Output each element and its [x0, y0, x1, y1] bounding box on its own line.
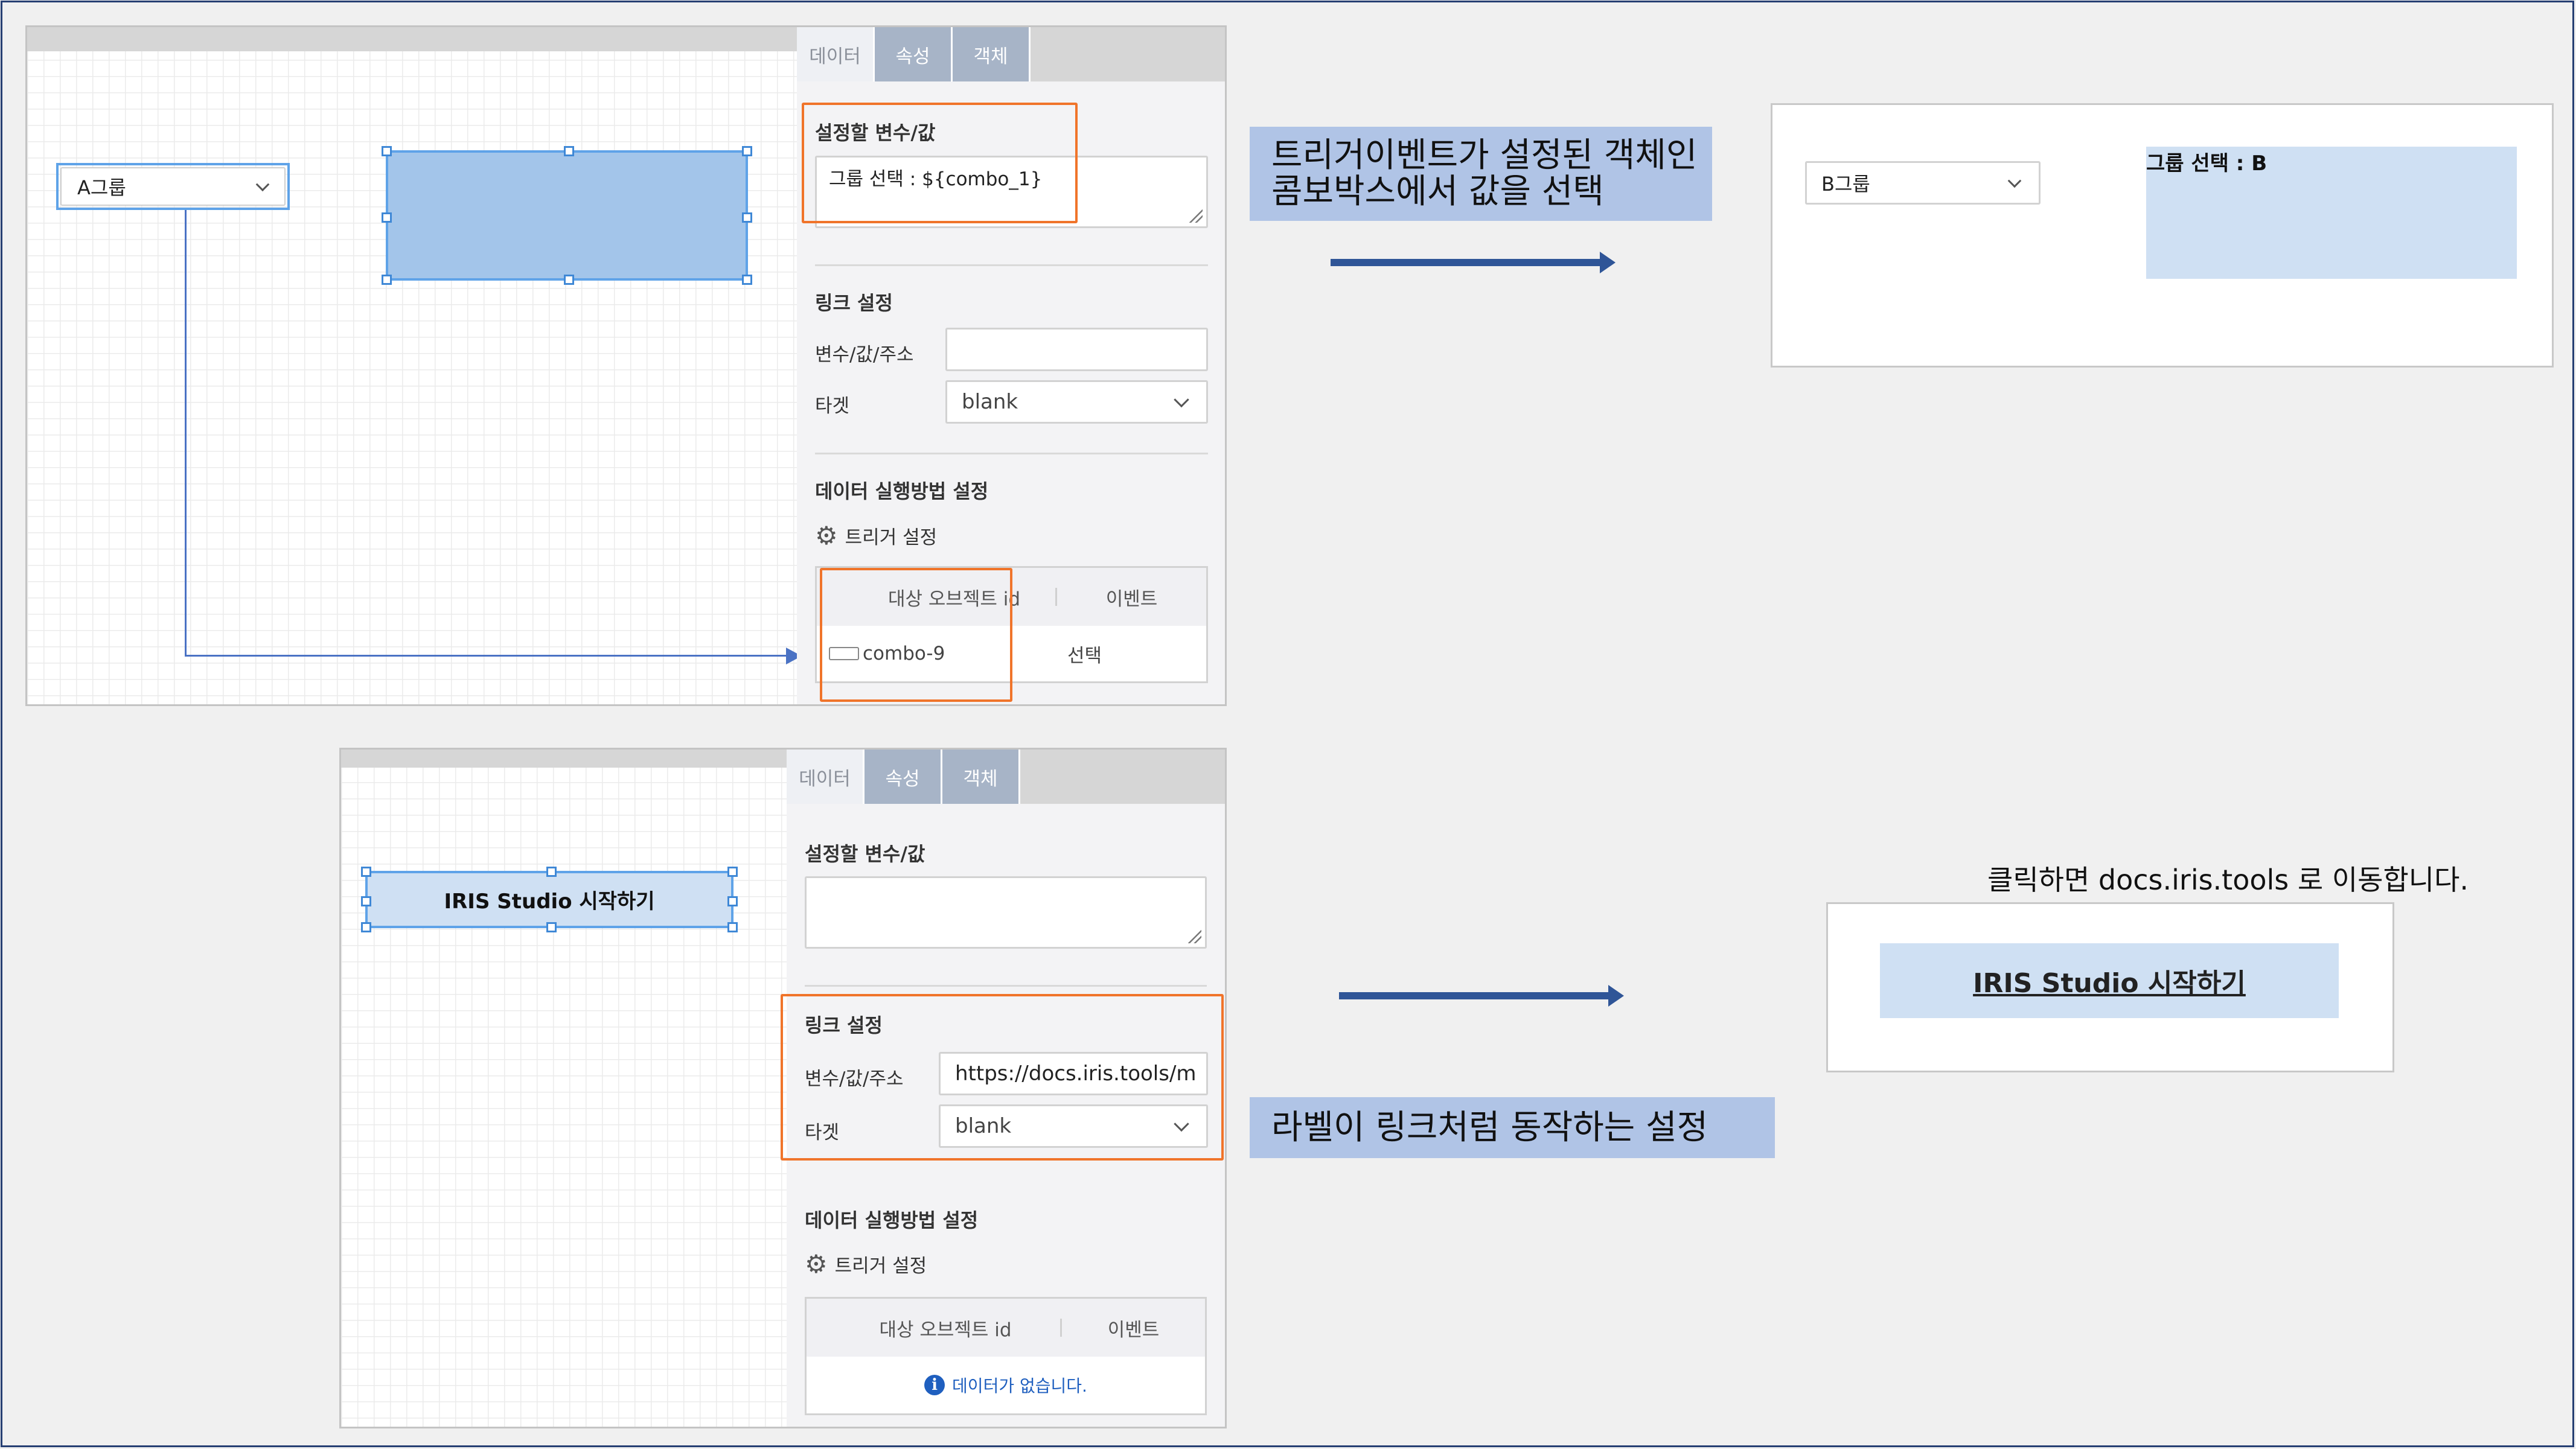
result-label-text: 그룹 선택 : B — [2146, 151, 2268, 176]
empty-state-row: i 데이터가 없습니다. — [807, 1357, 1205, 1413]
top-combobox-a[interactable]: A그룹 — [56, 163, 290, 210]
address-label: 변수/값/주소 — [815, 344, 914, 366]
selected-link-label[interactable]: IRIS Studio 시작하기 — [361, 867, 738, 932]
column-object-id: 대상 오브젝트 id — [879, 1319, 1012, 1341]
chevron-down-icon — [255, 177, 270, 192]
address-input[interactable] — [945, 328, 1208, 371]
bottom-properties-panel: 데이터 속성 객체 설정할 변수/값 링크 설정 변수/값/주소 https:/… — [781, 750, 1225, 1427]
top-canvas-toolbar — [27, 27, 797, 51]
tab-data[interactable]: 데이터 — [787, 750, 865, 804]
combobox-value: A그룹 — [77, 176, 126, 199]
tab-properties[interactable]: 속성 — [865, 750, 942, 804]
highlight-link-settings-box — [781, 994, 1224, 1161]
tab-objects[interactable]: 객체 — [942, 750, 1020, 804]
trigger-table: 대상 오브젝트 id 이벤트 i 데이터가 없습니다. — [805, 1297, 1207, 1415]
gear-icon: ⚙ — [815, 520, 838, 550]
tab-objects[interactable]: 객체 — [953, 27, 1031, 81]
selected-label-box[interactable] — [382, 146, 752, 285]
chevron-down-icon — [1174, 392, 1189, 408]
resize-handle[interactable] — [742, 275, 752, 285]
info-icon: i — [924, 1375, 945, 1395]
gear-icon: ⚙ — [805, 1249, 828, 1279]
result-link-label[interactable]: IRIS Studio 시작하기 — [1880, 943, 2339, 1018]
top-callout-line1: 트리거이벤트가 설정된 객체인 — [1271, 136, 1698, 175]
arrow-right-icon — [1600, 252, 1616, 273]
variable-value-label: 설정할 변수/값 — [805, 842, 925, 865]
top-properties-panel: 데이터 속성 객체 설정할 변수/값 그룹 선택 : ${combo_1} 링크… — [797, 27, 1225, 704]
canvas-label-text: IRIS Studio 시작하기 — [444, 890, 655, 914]
target-label: 타겟 — [815, 395, 850, 417]
resize-handle[interactable] — [382, 275, 392, 285]
link-settings-heading: 링크 설정 — [815, 291, 893, 314]
resize-handle[interactable] — [546, 867, 557, 877]
resize-handle[interactable] — [727, 922, 738, 932]
target-select-value: blank — [962, 390, 1018, 414]
resize-handle[interactable] — [546, 922, 557, 932]
panel-tabs: 데이터 속성 객체 — [787, 750, 1225, 804]
trigger-settings-button[interactable]: ⚙ 트리거 설정 — [815, 522, 937, 549]
trigger-settings-label: 트리거 설정 — [834, 1255, 927, 1277]
tab-data[interactable]: 데이터 — [797, 27, 875, 81]
execution-settings-heading: 데이터 실행방법 설정 — [805, 1209, 979, 1232]
tab-bar-fill — [1020, 750, 1225, 804]
resize-handle[interactable] — [564, 146, 574, 156]
connector-line-horizontal — [185, 655, 788, 657]
bottom-callout-line1: 라벨이 링크처럼 동작하는 설정 — [1271, 1107, 1708, 1147]
bottom-result-arrow — [1339, 985, 1624, 1007]
resize-handle[interactable] — [382, 146, 392, 156]
result-combobox-b[interactable]: B그룹 — [1805, 161, 2041, 205]
column-event: 이벤트 — [1107, 1319, 1160, 1341]
trigger-settings-label: 트리거 설정 — [845, 527, 938, 549]
bottom-callout: 라벨이 링크처럼 동작하는 설정 — [1250, 1097, 1775, 1158]
resize-grip-icon[interactable] — [1188, 930, 1201, 943]
bottom-result-preview: IRIS Studio 시작하기 — [1826, 902, 2394, 1072]
trigger-settings-button[interactable]: ⚙ 트리거 설정 — [805, 1250, 927, 1278]
chevron-down-icon — [2007, 174, 2022, 188]
divider — [815, 453, 1208, 454]
top-callout-line2: 콤보박스에서 값을 선택 — [1271, 172, 1604, 211]
tab-bar-fill — [1031, 27, 1225, 81]
divider — [805, 985, 1207, 987]
highlight-variable-box — [802, 103, 1078, 223]
resize-handle[interactable] — [727, 867, 738, 877]
resize-handle[interactable] — [361, 867, 371, 877]
highlight-object-id-box — [820, 568, 1012, 702]
top-result-arrow — [1331, 252, 1616, 273]
connector-line-vertical — [185, 210, 187, 657]
arrow-right-icon — [1608, 985, 1624, 1007]
result-link-text[interactable]: IRIS Studio 시작하기 — [1973, 961, 2246, 1000]
resize-handle[interactable] — [564, 275, 574, 285]
arrow-shaft — [1339, 992, 1608, 999]
resize-handle[interactable] — [727, 896, 738, 906]
top-callout: 트리거이벤트가 설정된 객체인 콤보박스에서 값을 선택 — [1250, 127, 1712, 221]
tab-properties[interactable]: 속성 — [875, 27, 953, 81]
trigger-table-header: 대상 오브젝트 id 이벤트 — [807, 1299, 1205, 1357]
empty-message: 데이터가 없습니다. — [952, 1376, 1087, 1396]
bottom-canvas-toolbar — [341, 750, 787, 768]
result-combobox-value: B그룹 — [1821, 173, 1870, 196]
variable-value-textarea[interactable] — [805, 876, 1207, 949]
resize-handle[interactable] — [361, 922, 371, 932]
arrow-shaft — [1331, 259, 1600, 266]
target-select[interactable]: blank — [945, 380, 1208, 424]
column-event: 이벤트 — [1105, 588, 1158, 610]
resize-handle[interactable] — [382, 212, 392, 223]
result-label-box: 그룹 선택 : B — [2146, 147, 2517, 279]
row-event: 선택 — [1067, 645, 1102, 667]
top-result-preview: B그룹 그룹 선택 : B — [1771, 103, 2554, 368]
result-caption: 클릭하면 docs.iris.tools 로 이동합니다. — [1987, 864, 2469, 896]
resize-handle[interactable] — [361, 896, 371, 906]
resize-handle[interactable] — [742, 212, 752, 223]
panel-tabs: 데이터 속성 객체 — [797, 27, 1225, 81]
execution-settings-heading: 데이터 실행방법 설정 — [815, 480, 989, 503]
divider — [815, 264, 1208, 266]
resize-handle[interactable] — [742, 146, 752, 156]
resize-grip-icon[interactable] — [1189, 209, 1203, 223]
